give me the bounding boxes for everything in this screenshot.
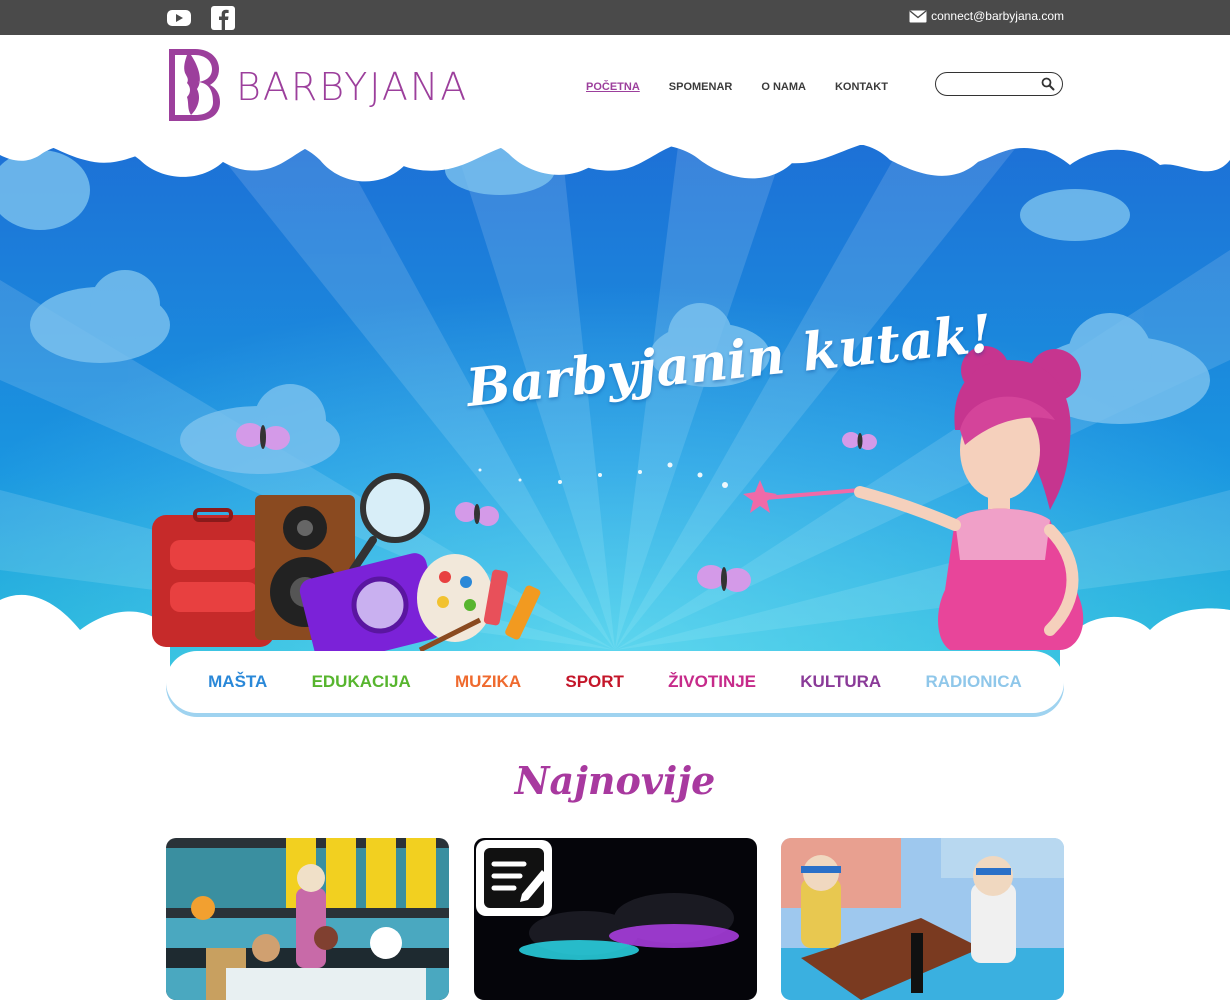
dolls-photo xyxy=(166,838,449,1000)
section-title: Najnovije xyxy=(514,758,716,803)
youtube-icon[interactable] xyxy=(166,6,192,30)
email-link[interactable]: connect@barbyjana.com xyxy=(909,9,1064,23)
top-bar: connect@barbyjana.com xyxy=(0,0,1230,35)
envelope-icon xyxy=(909,9,927,22)
category-muzika[interactable]: MUZIKA xyxy=(455,672,521,692)
post-card[interactable] xyxy=(166,838,449,1000)
search-icon[interactable] xyxy=(1041,77,1055,91)
category-masta[interactable]: MAŠTA xyxy=(208,672,267,692)
nav-item-kontakt[interactable]: KONTAKT xyxy=(835,81,888,93)
header-cloud-edge xyxy=(0,125,1230,171)
nav-item-spomenar[interactable]: SPOMENAR xyxy=(669,81,733,93)
nav-item-pocetna[interactable]: POČETNA xyxy=(586,81,640,93)
category-kultura[interactable]: KULTURA xyxy=(800,672,881,692)
facebook-icon[interactable] xyxy=(210,6,236,30)
shoes-photo xyxy=(474,838,757,1000)
post-card[interactable] xyxy=(474,838,757,1000)
search-box xyxy=(935,72,1063,96)
category-radionica[interactable]: RADIONICA xyxy=(925,672,1021,692)
post-card[interactable] xyxy=(781,838,1064,1000)
nav-item-o-nama[interactable]: O NAMA xyxy=(761,81,806,93)
category-bar: MAŠTA EDUKACIJA MUZIKA SPORT ŽIVOTINJE K… xyxy=(166,651,1064,713)
main-nav: POČETNA SPOMENAR O NAMA KONTAKT xyxy=(586,81,888,93)
logo-icon[interactable] xyxy=(165,47,221,123)
email-address: connect@barbyjana.com xyxy=(931,9,1064,23)
search-input[interactable] xyxy=(944,73,1048,95)
category-zivotinje[interactable]: ŽIVOTINJE xyxy=(668,672,756,692)
logo-text[interactable]: BARBYJANA xyxy=(236,65,468,109)
latest-posts xyxy=(166,838,1064,1000)
dolls-photo xyxy=(781,838,1064,1000)
category-sport[interactable]: SPORT xyxy=(565,672,624,692)
article-icon xyxy=(476,840,552,916)
category-edukacija[interactable]: EDUKACIJA xyxy=(312,672,411,692)
